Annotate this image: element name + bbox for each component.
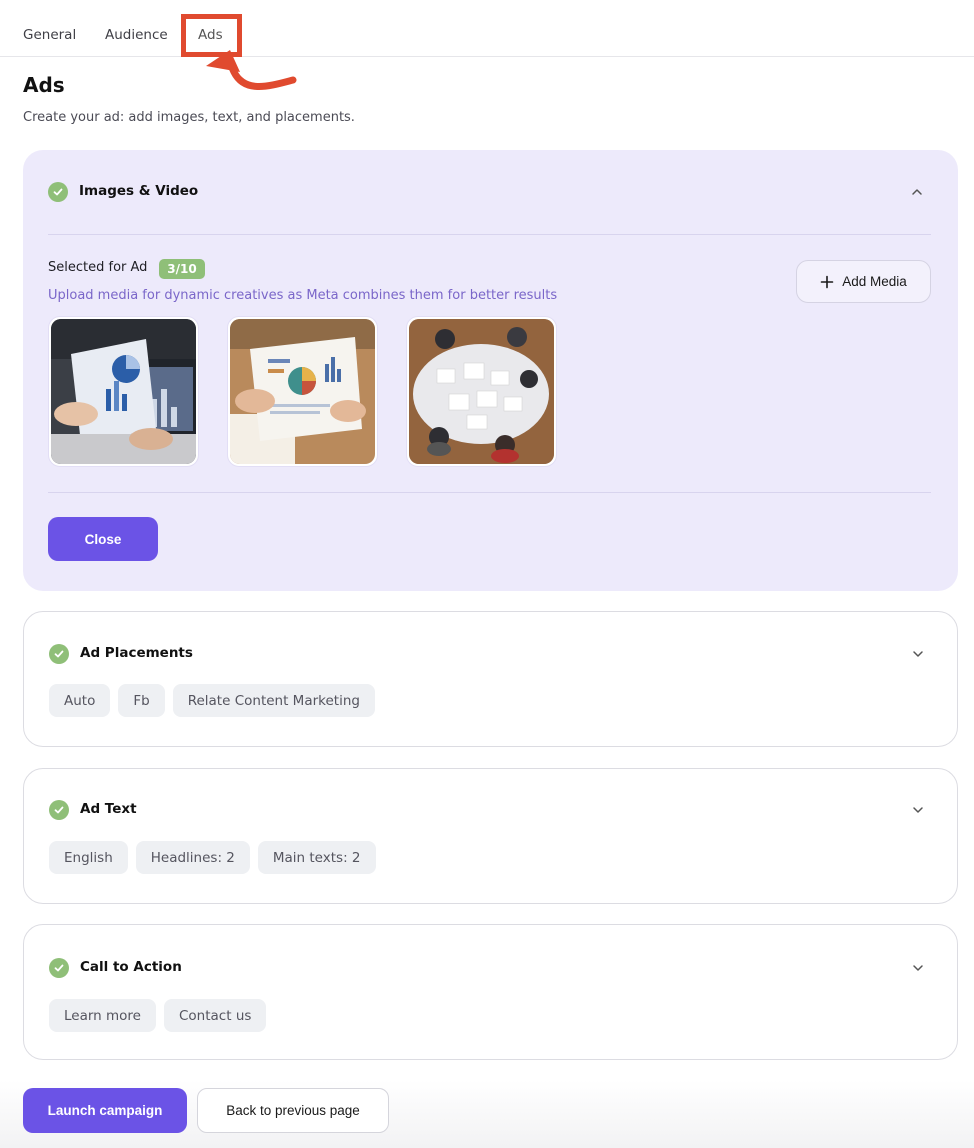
ad-text-title: Ad Text <box>80 801 137 817</box>
ad-text-chip: Main texts: 2 <box>257 841 376 874</box>
page-subtitle: Create your ad: add images, text, and pl… <box>23 110 355 125</box>
ad-text-chip: English <box>49 841 128 874</box>
close-button[interactable]: Close <box>48 517 158 561</box>
plus-icon <box>820 275 834 288</box>
check-icon <box>49 800 69 820</box>
ad-text-card[interactable]: Ad Text English Headlines: 2 Main texts:… <box>23 768 958 904</box>
tab-bar: General Audience Ads <box>0 0 974 57</box>
tab-general[interactable]: General <box>23 26 76 44</box>
divider <box>48 234 931 235</box>
media-thumbnail-3[interactable] <box>406 316 557 467</box>
check-icon <box>48 182 68 202</box>
tab-audience[interactable]: Audience <box>105 26 168 44</box>
chevron-down-icon[interactable] <box>911 805 925 815</box>
annotation-arrow-icon <box>206 50 297 90</box>
back-to-previous-page-button[interactable]: Back to previous page <box>197 1088 389 1133</box>
ad-text-chips: English Headlines: 2 Main texts: 2 <box>49 841 376 874</box>
selected-count-badge: 3/10 <box>159 259 205 279</box>
launch-campaign-button[interactable]: Launch campaign <box>23 1088 187 1133</box>
check-icon <box>49 958 69 978</box>
media-image <box>409 319 554 464</box>
media-thumbnail-1[interactable] <box>48 316 199 467</box>
add-media-button[interactable]: Add Media <box>796 260 931 303</box>
ad-placements-card[interactable]: Ad Placements Auto Fb Relate Content Mar… <box>23 611 958 747</box>
cta-chips: Learn more Contact us <box>49 999 267 1032</box>
media-image <box>51 319 196 464</box>
ad-placements-title: Ad Placements <box>80 645 193 661</box>
images-video-panel: Images & Video Selected for Ad 3/10 Uplo… <box>23 150 958 591</box>
placement-chip: Auto <box>49 684 111 717</box>
chevron-up-icon[interactable] <box>910 187 924 197</box>
call-to-action-card[interactable]: Call to Action Learn more Contact us <box>23 924 958 1060</box>
cta-chip: Contact us <box>164 999 267 1032</box>
chevron-down-icon[interactable] <box>911 649 925 659</box>
images-video-title: Images & Video <box>79 183 199 199</box>
upload-hint: Upload media for dynamic creatives as Me… <box>48 288 558 303</box>
chevron-down-icon[interactable] <box>911 963 925 973</box>
cta-chip: Learn more <box>49 999 156 1032</box>
placement-chip: Fb <box>118 684 165 717</box>
divider <box>48 492 931 493</box>
media-image <box>230 319 375 464</box>
media-thumbnail-2[interactable] <box>227 316 378 467</box>
placement-chip: Relate Content Marketing <box>172 684 375 717</box>
placement-chips: Auto Fb Relate Content Marketing <box>49 684 375 717</box>
ad-text-chip: Headlines: 2 <box>135 841 250 874</box>
page-title: Ads <box>23 73 65 97</box>
selected-for-ad-label: Selected for Ad <box>48 260 148 275</box>
check-icon <box>49 644 69 664</box>
add-media-label: Add Media <box>842 274 907 289</box>
call-to-action-title: Call to Action <box>80 959 182 975</box>
